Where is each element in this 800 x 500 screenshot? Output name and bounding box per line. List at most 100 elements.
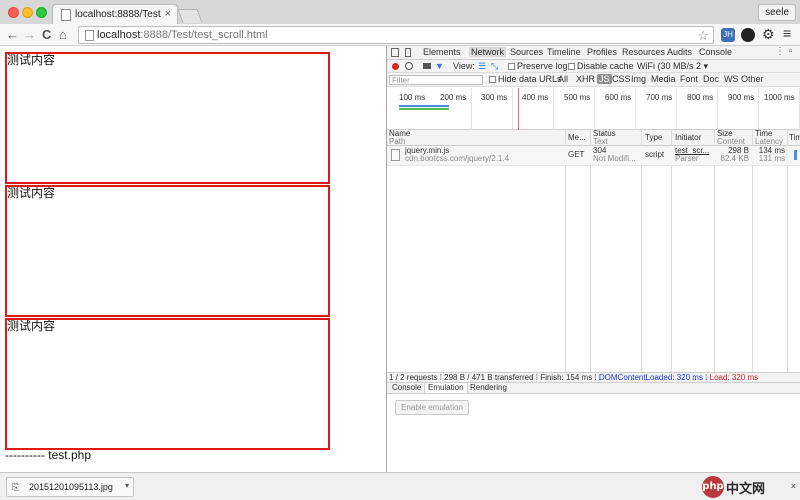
gear-icon[interactable]: ⚙ (762, 26, 775, 43)
content-box: 测试内容 (5, 185, 330, 317)
column-timeline[interactable]: Tim (789, 134, 800, 142)
dock-icon[interactable]: ▫ (789, 46, 793, 57)
url-path: :8888/Test/test_scroll.html (140, 29, 268, 41)
tick-label: 600 ms (605, 93, 632, 102)
hide-data-urls-label: Hide data URLs (498, 74, 562, 84)
device-mode-icon[interactable] (405, 48, 411, 57)
grid-line (635, 88, 636, 130)
column-initiator[interactable]: Initiator (675, 134, 701, 142)
tick-label: 1000 ms (764, 93, 795, 102)
forward-arrow-icon[interactable]: → (23, 27, 36, 43)
download-item[interactable]: ⎘ 20151201095113.jpg ▾ (6, 477, 134, 497)
filter-xhr[interactable]: XHR (576, 74, 595, 84)
request-size: 298 B 82.4 KB (717, 147, 749, 163)
column-time[interactable]: Time Latency (755, 130, 783, 146)
zoom-window-button[interactable] (36, 7, 47, 18)
page-icon (85, 30, 94, 41)
tab-elements[interactable]: Elements (423, 47, 461, 57)
tab-resources[interactable]: Resources (622, 47, 665, 57)
waterfall-bar (794, 150, 797, 160)
filter-img[interactable]: Img (631, 74, 646, 84)
preserve-log-checkbox[interactable] (508, 63, 515, 70)
large-rows-icon[interactable]: ☰ (478, 61, 486, 72)
column-size[interactable]: Size Content (717, 130, 745, 146)
disable-cache-checkbox[interactable] (568, 63, 575, 70)
status-text: Not Modifi... (593, 154, 636, 163)
table-row[interactable]: jquery.min.js cdn.bootcss.com/jquery/2.1.… (387, 146, 800, 166)
column-text-label: Text (593, 137, 608, 146)
address-bar[interactable]: localhost:8888/Test/test_scroll.html ☆ (78, 26, 714, 44)
network-overview[interactable]: 100 ms 200 ms 300 ms 400 ms 500 ms 600 m… (387, 88, 800, 130)
filter-other[interactable]: Other (741, 74, 764, 84)
tab-network[interactable]: Network (469, 47, 507, 57)
downloads-bar: ⎘ 20151201095113.jpg ▾ × (0, 472, 800, 500)
filter-css[interactable]: CSS (612, 74, 631, 84)
image-file-icon: ⎘ (12, 482, 20, 492)
back-arrow-icon[interactable]: ← (6, 27, 19, 43)
request-name: jquery.min.js cdn.bootcss.com/jquery/2.1.… (405, 147, 509, 163)
filter-bar: Filter Hide data URLs All XHR JS CSS Img… (387, 73, 800, 87)
filter-doc[interactable]: Doc (703, 74, 719, 84)
inspect-icon[interactable] (391, 48, 399, 57)
tick-label: 100 ms (399, 93, 426, 102)
box-text: 测试内容 (7, 53, 56, 67)
url-host: localhost (97, 29, 141, 41)
extension-jh-icon[interactable]: JH (721, 28, 735, 42)
new-tab-button[interactable] (177, 9, 203, 23)
menu-icon[interactable]: ≡ (783, 25, 791, 41)
php-logo: php (702, 476, 724, 498)
drawer-tab-rendering[interactable]: Rendering (467, 383, 510, 393)
download-filename: 20151201095113.jpg (29, 482, 113, 492)
tab-audits[interactable]: Audits (667, 47, 692, 57)
filter-all[interactable]: All (558, 74, 568, 84)
throttle-select[interactable]: WiFi (30 MB/s 2 ▾ (637, 61, 708, 72)
tab-close-icon[interactable]: × (165, 8, 171, 20)
column-type[interactable]: Type (645, 134, 662, 142)
grid-line (717, 88, 718, 130)
browser-tab[interactable]: localhost:8888/Test/test_s × (52, 4, 178, 25)
screenshot-icon[interactable] (423, 63, 431, 69)
tab-sources[interactable]: Sources (510, 47, 543, 57)
profile-button[interactable]: seele (758, 4, 796, 21)
filter-js[interactable]: JS (597, 74, 612, 84)
home-icon[interactable]: ⌂ (59, 27, 67, 43)
drawer-tab-emulation[interactable]: Emulation (424, 383, 468, 393)
tab-timeline[interactable]: Timeline (547, 47, 581, 57)
more-options-icon[interactable]: ⋮ (775, 46, 785, 57)
filter-input[interactable]: Filter (389, 75, 483, 85)
enable-emulation-button[interactable]: Enable emulation (395, 400, 469, 415)
column-method[interactable]: Me... (568, 134, 586, 142)
column-name[interactable]: Name Path (389, 130, 410, 146)
reload-icon[interactable]: C (42, 27, 51, 43)
record-icon[interactable] (392, 63, 399, 70)
clear-icon[interactable] (405, 62, 413, 70)
filter-media[interactable]: Media (651, 74, 676, 84)
overview-icon[interactable]: ⤡ (491, 61, 498, 72)
filter-font[interactable]: Font (680, 74, 698, 84)
minimize-window-button[interactable] (22, 7, 33, 18)
filter-ws[interactable]: WS (724, 74, 739, 84)
grid-line (594, 88, 595, 130)
summary-text: 1 / 2 requests ⁞ 298 B / 471 B transferr… (389, 373, 599, 382)
extension-icon[interactable] (741, 28, 755, 42)
hide-data-urls-checkbox[interactable] (489, 76, 496, 83)
tab-console[interactable]: Console (699, 47, 732, 57)
browser-toolbar: ← → C ⌂ localhost:8888/Test/test_scroll.… (0, 24, 800, 46)
request-method: GET (568, 150, 585, 159)
drawer-tabbar: Console Emulation Rendering (387, 382, 800, 394)
network-toolbar: ▼ View: ☰ ⤡ Preserve log Disable cache W… (387, 60, 800, 73)
content-box: 测试内容 (5, 318, 330, 450)
chevron-down-icon[interactable]: ▾ (125, 481, 129, 490)
filter-icon[interactable]: ▼ (435, 61, 444, 71)
drawer-tab-console[interactable]: Console (389, 383, 424, 393)
bookmark-star-icon[interactable]: ☆ (697, 28, 709, 44)
tab-profiles[interactable]: Profiles (587, 47, 617, 57)
watermark-text: 中文网 (726, 481, 766, 496)
close-window-button[interactable] (8, 7, 19, 18)
column-status[interactable]: Status Text (593, 130, 616, 146)
content-box: 测试内容 (5, 52, 330, 184)
file-icon (391, 149, 400, 161)
request-initiator[interactable]: test_scr... Parser (675, 147, 709, 163)
request-time: 134 ms 131 ms (753, 147, 785, 163)
tab-title: localhost:8888/Test/test_s (75, 9, 161, 20)
